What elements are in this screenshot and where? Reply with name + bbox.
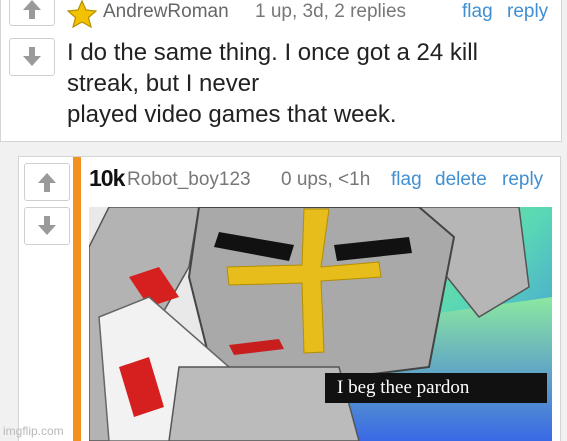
reply-link[interactable]: reply <box>502 169 543 191</box>
comment-header: AndrewRoman 1 up, 3d, 2 replies flag rep… <box>67 0 559 28</box>
comment-reply: 10k Robot_boy123 0 ups, <1h flag delete … <box>18 156 561 441</box>
star-icon[interactable] <box>67 0 97 28</box>
flag-link[interactable]: flag <box>391 169 422 191</box>
delete-link[interactable]: delete <box>435 169 487 191</box>
comment-line: streak, but I never <box>67 70 260 97</box>
comment-meta: 0 ups, <1h <box>281 169 371 190</box>
comment-line: played video games that week. <box>67 101 397 128</box>
comment-username[interactable]: Robot_boy123 <box>127 169 251 191</box>
downvote-button[interactable] <box>9 38 55 76</box>
reply-link[interactable]: reply <box>507 1 548 23</box>
meme-caption: I beg thee pardon <box>325 373 547 403</box>
imgflip-watermark: imgflip.com <box>3 424 64 438</box>
upvote-arrow-icon <box>38 173 56 192</box>
knight-drawing <box>89 207 552 441</box>
flag-link[interactable]: flag <box>462 1 493 23</box>
downvote-arrow-icon <box>38 216 56 235</box>
downvote-arrow-icon <box>23 47 41 66</box>
upvote-arrow-icon <box>23 0 41 19</box>
upvote-button[interactable] <box>9 0 55 26</box>
user-points-badge: 10k <box>89 165 125 191</box>
comment-meta: 1 up, 3d, 2 replies <box>255 1 407 22</box>
reply-indicator-bar <box>73 157 81 441</box>
comment-header: 10k Robot_boy123 0 ups, <1h flag delete … <box>89 165 559 197</box>
comment-body: I do the same thing. I once got a 24 kil… <box>67 37 555 130</box>
comment-line: I do the same thing. I once got a 24 kil… <box>67 39 478 66</box>
comment-parent: AndrewRoman 1 up, 3d, 2 replies flag rep… <box>0 0 562 142</box>
comment-username[interactable]: AndrewRoman <box>103 1 229 23</box>
upvote-button[interactable] <box>24 163 70 201</box>
meme-image[interactable]: I beg thee pardon <box>89 207 552 441</box>
downvote-button[interactable] <box>24 207 70 245</box>
